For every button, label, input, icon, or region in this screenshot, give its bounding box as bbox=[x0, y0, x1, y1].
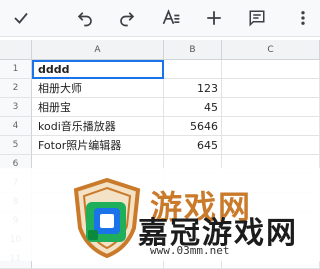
row-number[interactable]: 4 bbox=[0, 117, 32, 136]
cell-c3[interactable] bbox=[222, 98, 320, 117]
text-format-icon[interactable] bbox=[158, 5, 184, 31]
row-number[interactable]: 5 bbox=[0, 136, 32, 155]
row-number[interactable]: 1 bbox=[0, 60, 32, 79]
cell-b5[interactable]: 645 bbox=[164, 136, 222, 155]
row-number[interactable]: 2 bbox=[0, 79, 32, 98]
cell-a5[interactable]: Fotor照片编辑器 bbox=[32, 136, 164, 155]
cell-c2[interactable] bbox=[222, 79, 320, 98]
cell-b1[interactable] bbox=[164, 60, 222, 79]
add-icon[interactable] bbox=[201, 5, 227, 31]
cell-c1[interactable] bbox=[222, 60, 320, 79]
comment-icon[interactable] bbox=[244, 5, 270, 31]
select-all-corner[interactable] bbox=[0, 40, 32, 60]
cell-b3[interactable]: 45 bbox=[164, 98, 222, 117]
table-row: 1 dddd bbox=[0, 60, 320, 79]
row-number[interactable]: 3 bbox=[0, 98, 32, 117]
column-header-b[interactable]: B bbox=[164, 40, 222, 60]
cell-c5[interactable] bbox=[222, 136, 320, 155]
cell-b2[interactable]: 123 bbox=[164, 79, 222, 98]
table-row: 5 Fotor照片编辑器 645 bbox=[0, 136, 320, 155]
column-header-a[interactable]: A bbox=[32, 40, 164, 60]
watermark-url: www.03mm.net bbox=[150, 244, 230, 257]
table-row: 3 相册宝 45 bbox=[0, 98, 320, 117]
redo-icon[interactable] bbox=[114, 5, 140, 31]
undo-icon[interactable] bbox=[72, 5, 98, 31]
more-vert-icon[interactable] bbox=[290, 5, 316, 31]
cell-a2[interactable]: 相册大师 bbox=[32, 79, 164, 98]
column-header-c[interactable]: C bbox=[222, 40, 320, 60]
cell-a1[interactable]: dddd bbox=[32, 60, 164, 79]
table-row: 2 相册大师 123 bbox=[0, 79, 320, 98]
table-row: 4 kodi音乐播放器 5646 bbox=[0, 117, 320, 136]
game-logo-icon bbox=[86, 202, 126, 242]
check-icon[interactable] bbox=[8, 5, 34, 31]
cell-b4[interactable]: 5646 bbox=[164, 117, 222, 136]
cell-a4[interactable]: kodi音乐播放器 bbox=[32, 117, 164, 136]
cell-c4[interactable] bbox=[222, 117, 320, 136]
cell-a3[interactable]: 相册宝 bbox=[32, 98, 164, 117]
toolbar bbox=[0, 0, 320, 37]
